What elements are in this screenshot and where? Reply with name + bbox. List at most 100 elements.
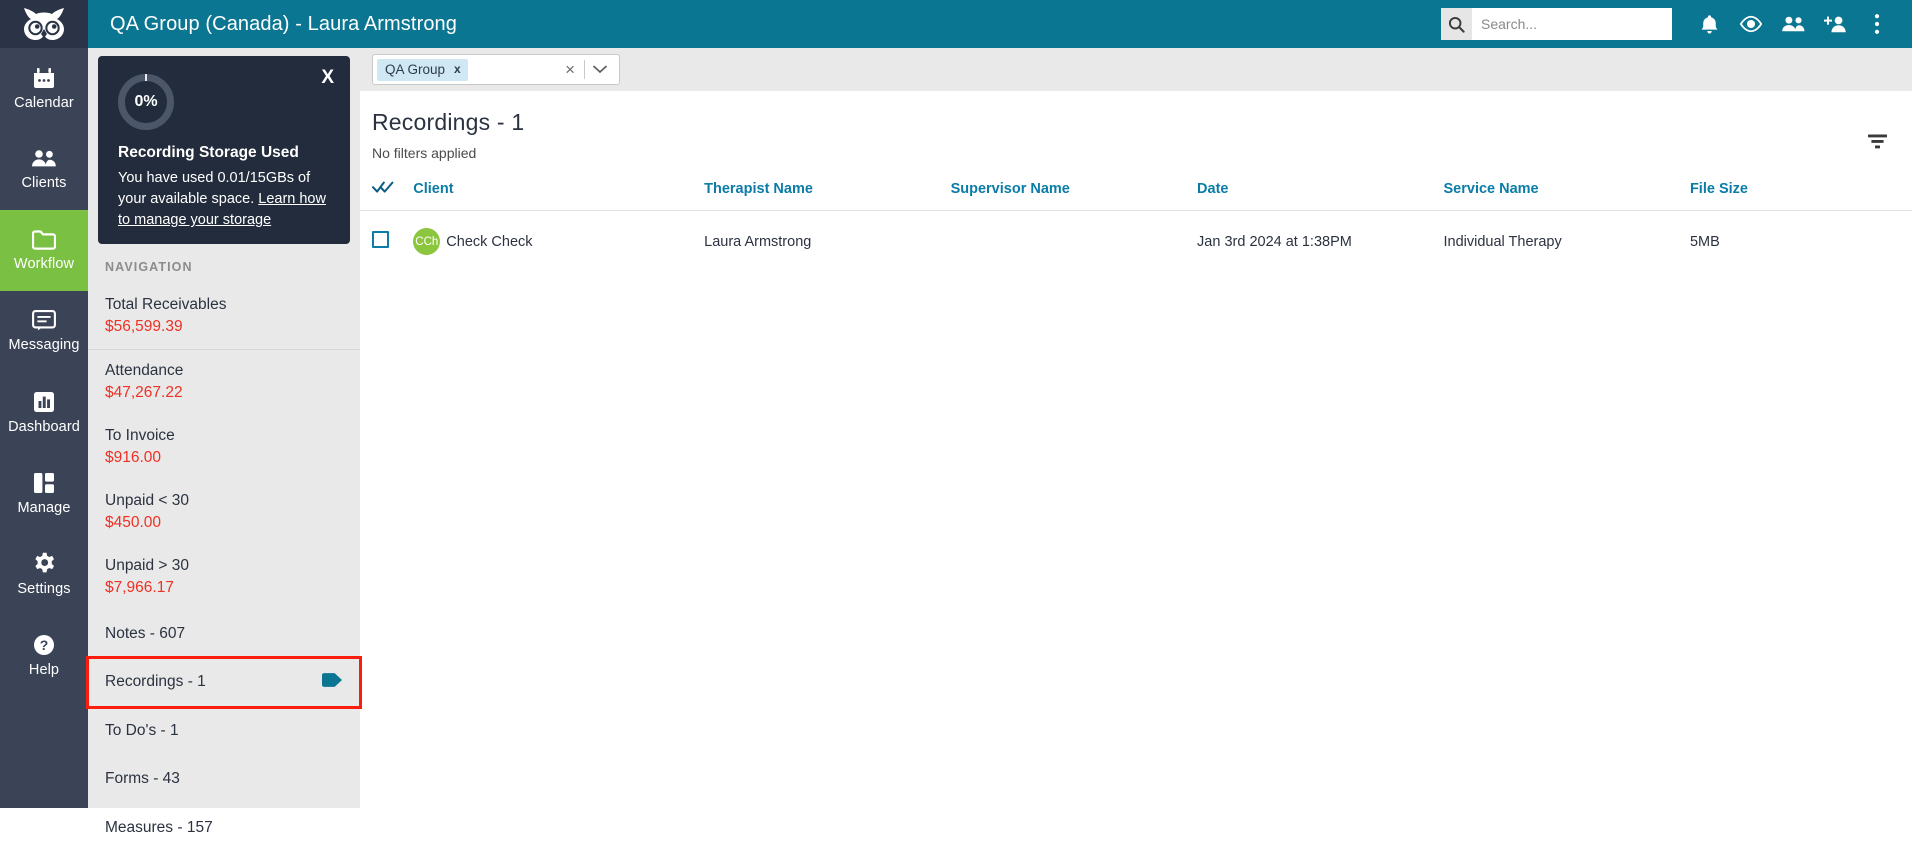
sidebar-item-workflow[interactable]: Workflow	[0, 210, 88, 291]
sidebar-item-clients[interactable]: Clients	[0, 129, 88, 210]
nav-item-value: $450.00	[105, 514, 162, 532]
svg-text:?: ?	[40, 637, 49, 653]
bell-glyph	[1701, 14, 1717, 34]
chart-bar-icon	[34, 391, 54, 412]
workflow-nav-panel: X 0% Recording Storage Used You have use…	[86, 48, 362, 836]
nav-item-attendance[interactable]: Attendance $47,267.22	[88, 348, 360, 415]
filter-funnel-icon[interactable]	[1864, 128, 1890, 154]
sidebar-item-manage[interactable]: Manage	[0, 453, 88, 534]
select-all-header[interactable]	[360, 180, 414, 211]
cell-service-name: Individual Therapy	[1443, 233, 1562, 250]
cell-file-size: 5MB	[1689, 233, 1720, 250]
storage-percent: 0%	[134, 93, 158, 110]
nav-section-heading: NAVIGATION	[105, 260, 193, 274]
nav-item-label: Measures - 157	[105, 818, 213, 836]
column-header-file-size[interactable]: File Size	[1689, 180, 1912, 211]
help-circle-icon: ?	[34, 634, 54, 655]
nav-item-measures[interactable]: Measures - 157	[88, 804, 360, 852]
chevron-down-icon[interactable]	[585, 65, 615, 74]
notifications-bell-icon[interactable]	[1688, 0, 1730, 48]
folder-icon	[32, 230, 56, 250]
cell-supervisor-name	[951, 211, 1197, 273]
gear-icon	[34, 553, 54, 573]
nav-item-label: Total Receivables	[105, 296, 227, 313]
owl-logo-icon	[24, 8, 64, 40]
eye-icon[interactable]	[1730, 0, 1772, 48]
avatar: CCh	[413, 228, 441, 255]
nav-item-label: Forms - 43	[105, 770, 180, 788]
close-icon[interactable]: X	[321, 68, 334, 87]
person-plus-glyph	[1823, 16, 1846, 32]
search-button[interactable]	[1441, 8, 1472, 40]
table-row[interactable]: CCh Check Check Laura Armstrong Jan 3rd …	[360, 211, 1912, 273]
sidebar-item-label: Settings	[17, 581, 71, 598]
chip-label: QA Group	[385, 61, 446, 77]
sidebar-item-label: Clients	[21, 174, 67, 191]
clear-selection-icon[interactable]: ×	[556, 61, 584, 78]
content-header: Recordings - 1 No filters applied	[360, 91, 1912, 161]
group-filter-bar: QA Group x ×	[360, 48, 1912, 91]
column-header-client[interactable]: Client	[413, 180, 705, 211]
app-logo[interactable]	[0, 0, 88, 48]
search-icon	[1448, 16, 1465, 33]
double-check-icon[interactable]	[372, 181, 394, 198]
nav-item-label: Unpaid < 30	[105, 491, 190, 509]
search-input[interactable]	[1472, 8, 1672, 40]
storage-card-title: Recording Storage Used	[118, 144, 299, 161]
page-title: Recordings - 1	[372, 109, 525, 135]
sidebar-item-calendar[interactable]: Calendar	[0, 48, 88, 129]
row-checkbox[interactable]	[372, 231, 389, 248]
table-body: CCh Check Check Laura Armstrong Jan 3rd …	[360, 211, 1912, 273]
filter-status-text: No filters applied	[372, 145, 477, 161]
nav-item-label: Unpaid > 30	[105, 556, 190, 574]
cell-date: Jan 3rd 2024 at 1:38PM	[1197, 233, 1352, 250]
sidebar-item-label: Calendar	[14, 94, 74, 111]
column-header-service-name[interactable]: Service Name	[1443, 180, 1690, 211]
sidebar-item-dashboard[interactable]: Dashboard	[0, 372, 88, 453]
nav-item-total-receivables[interactable]: Total Receivables $56,599.39	[88, 284, 360, 349]
cell-client: CCh Check Check	[413, 211, 704, 273]
storage-usage-donut: 0%	[118, 74, 174, 130]
group-multiselect[interactable]: QA Group x ×	[372, 54, 620, 85]
column-header-supervisor-name[interactable]: Supervisor Name	[950, 180, 1198, 211]
table-header-row: Client Therapist Name Supervisor Name Da…	[360, 180, 1912, 211]
nav-item-recordings[interactable]: Recordings - 1	[86, 656, 362, 709]
sidebar-item-label: Help	[28, 661, 60, 678]
nav-item-todos[interactable]: To Do's - 1	[88, 707, 360, 755]
chip-remove-icon[interactable]: x	[454, 62, 461, 76]
nav-item-unpaid-over-30[interactable]: Unpaid > 30 $7,966.17	[88, 545, 360, 610]
add-person-icon[interactable]	[1814, 0, 1856, 48]
eye-glyph	[1739, 15, 1763, 33]
clients-icon	[32, 149, 56, 167]
sidebar-item-label: Dashboard	[8, 418, 80, 435]
nav-item-value: $47,267.22	[105, 384, 183, 402]
nav-item-unpaid-under-30[interactable]: Unpaid < 30 $450.00	[88, 480, 360, 545]
column-header-date[interactable]: Date	[1197, 180, 1444, 211]
nav-item-value: $916.00	[105, 449, 162, 467]
page-context-title: QA Group (Canada) - Laura Armstrong	[110, 12, 457, 35]
recordings-table: Client Therapist Name Supervisor Name Da…	[360, 180, 1912, 272]
sidebar-item-help[interactable]: ? Help	[0, 615, 88, 696]
sidebar-item-label: Messaging	[8, 337, 80, 354]
sidebar-item-settings[interactable]: Settings	[0, 534, 88, 615]
selected-group-chip: QA Group x	[377, 58, 468, 81]
sidebar-item-messaging[interactable]: Messaging	[0, 291, 88, 372]
overflow-menu-icon[interactable]	[1856, 0, 1898, 48]
nav-item-forms[interactable]: Forms - 43	[88, 755, 360, 803]
nav-item-notes[interactable]: Notes - 607	[88, 610, 360, 658]
clients-group-icon[interactable]	[1772, 0, 1814, 48]
column-header-therapist-name[interactable]: Therapist Name	[704, 180, 951, 211]
layout-icon	[34, 472, 54, 493]
sidebar-item-label: Workflow	[13, 255, 75, 272]
sidebar-item-label: Manage	[17, 499, 71, 516]
calendar-icon	[34, 67, 54, 88]
primary-nav-rail: Calendar Clients Workflow Messaging Dash…	[0, 48, 88, 808]
row-select-cell	[360, 211, 413, 273]
recording-storage-card: X 0% Recording Storage Used You have use…	[98, 56, 350, 244]
nav-item-value: $7,966.17	[105, 579, 174, 597]
people-glyph	[1781, 16, 1804, 32]
nav-item-label: Notes - 607	[105, 624, 186, 642]
nav-item-label: Recordings - 1	[105, 673, 206, 691]
nav-item-to-invoice[interactable]: To Invoice $916.00	[88, 415, 360, 480]
workflow-nav-list: Total Receivables $56,599.39 Attendance …	[86, 284, 362, 852]
